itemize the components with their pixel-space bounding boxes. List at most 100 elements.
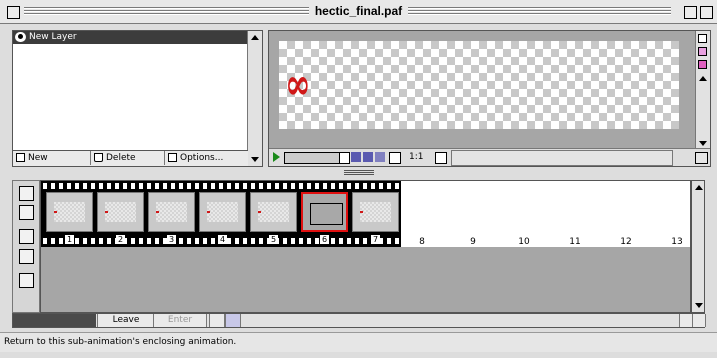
background-color-icon[interactable] [698,60,707,69]
new-layer-label: New [28,153,48,163]
delete-layer-label: Delete [106,153,136,163]
layer-options-button[interactable]: Options... [165,151,250,165]
frame-thumbnail [54,202,85,222]
layer-buttons: New Delete Options... [13,150,248,166]
timeline-scrollbar[interactable] [691,180,705,313]
scroll-up-arrow-icon[interactable] [251,35,259,40]
frame-thumbnail [105,202,136,222]
collapse-box[interactable] [700,6,713,19]
zoom-box[interactable] [684,6,697,19]
scroll-up-arrow-icon[interactable] [699,76,707,81]
speed-thumb[interactable] [339,152,350,164]
timeline-panel: 1234567 8 9 10 11 12 13 [40,180,691,313]
trash-icon [94,153,103,162]
frame-content-mark [54,211,57,213]
zoom-out-icon[interactable] [435,152,447,164]
hscroll-thumb[interactable] [225,314,241,327]
frame-thumbnail [258,202,289,222]
frame-thumbnail [207,202,238,222]
step-back-icon[interactable] [351,152,361,162]
frame-number: 2 [116,235,125,244]
frame-number: 7 [371,235,380,244]
scroll-down-arrow-icon[interactable] [251,157,259,162]
frame-content-mark [156,211,159,213]
status-text: Return to this sub-animation's enclosing… [4,337,237,347]
panel-divider-grip[interactable] [344,170,374,175]
scroll-up-arrow-icon[interactable] [695,185,703,190]
frame-number: 3 [167,235,176,244]
play-icon[interactable] [273,152,280,162]
empty-frame-number[interactable]: 9 [463,237,483,247]
frame-cell[interactable] [199,192,246,232]
frame-number: 6 [320,235,329,244]
preview-content: ∞ [285,59,311,110]
frame-cell[interactable] [352,192,399,232]
timeline-control-bar: Leave Enter [12,313,706,328]
frame-content-mark [105,211,108,213]
film-strip: 1 2 3 4 5 6 7 [41,181,401,247]
speed-slider[interactable] [284,152,340,164]
loop-icon[interactable] [375,152,385,162]
frame-content-mark [360,211,363,213]
frame-cell[interactable] [46,192,93,232]
scroll-left-arrow-icon[interactable] [209,314,225,327]
layer-row[interactable]: New Layer [13,31,262,44]
timeline-tools [12,180,40,313]
scroll-right-arrow-icon[interactable] [679,314,693,327]
layer-panel: New Layer New Delete Options... [12,30,263,167]
layer-options-label: Options... [180,153,224,163]
size-box[interactable] [692,314,706,327]
view-mode-icon[interactable] [698,34,707,43]
zoom-level: 1:1 [409,152,424,162]
frame-content-mark [207,211,210,213]
title-bar: hectic_final.paf [0,0,717,24]
delete-layer-button[interactable]: Delete [91,151,165,165]
new-layer-icon [16,153,25,162]
status-bar: Return to this sub-animation's enclosing… [0,332,717,352]
frame-properties-icon[interactable] [19,249,34,264]
frame-cell[interactable] [250,192,297,232]
eye-icon[interactable] [15,32,26,42]
trash-icon[interactable] [19,273,34,288]
timeline-zoom-track[interactable] [13,314,96,327]
preview-scrollbar[interactable] [695,31,710,150]
scroll-down-arrow-icon[interactable] [699,141,707,146]
new-layer-button[interactable]: New [13,151,91,165]
size-box[interactable] [695,152,708,164]
zoom-in-icon[interactable] [389,152,401,164]
frame-number: 5 [269,235,278,244]
preview-panel: ∞ 1:1 [268,30,711,167]
clipboard-icon[interactable] [19,229,34,244]
layer-scrollbar[interactable] [247,31,262,166]
preview-controls: 1:1 [269,148,710,166]
frame-cell[interactable] [148,192,195,232]
frame-thumbnail [310,203,343,225]
frame-content-mark [258,211,261,213]
new-frame-icon[interactable] [19,186,34,201]
leave-button[interactable]: Leave [97,314,155,327]
preview-canvas[interactable]: ∞ [279,41,679,129]
frame-number: 4 [218,235,227,244]
frame-cell[interactable] [97,192,144,232]
step-forward-icon[interactable] [363,152,373,162]
frame-thumbnail [360,202,391,222]
empty-frame-number[interactable]: 8 [412,237,432,247]
options-icon [168,153,177,162]
frame-strip-area: 1234567 8 9 10 11 12 13 [41,181,690,247]
frame-cell-current[interactable] [301,192,348,232]
edit-frame-icon[interactable] [19,205,34,220]
window-title-wrap: hectic_final.paf [0,4,717,18]
film-perforations [43,183,399,189]
scroll-down-arrow-icon[interactable] [695,303,703,308]
empty-frame-number[interactable]: 10 [514,237,534,247]
enter-button[interactable]: Enter [153,314,207,327]
frame-number: 1 [65,235,74,244]
preview-hscroll[interactable] [451,150,673,166]
onion-skin-icon[interactable] [698,47,707,56]
empty-frame-number[interactable]: 11 [565,237,585,247]
layer-name: New Layer [29,32,77,42]
empty-frame-number[interactable]: 13 [667,237,687,247]
frame-thumbnail [156,202,187,222]
empty-frame-number[interactable]: 12 [616,237,636,247]
window-title: hectic_final.paf [308,4,409,18]
